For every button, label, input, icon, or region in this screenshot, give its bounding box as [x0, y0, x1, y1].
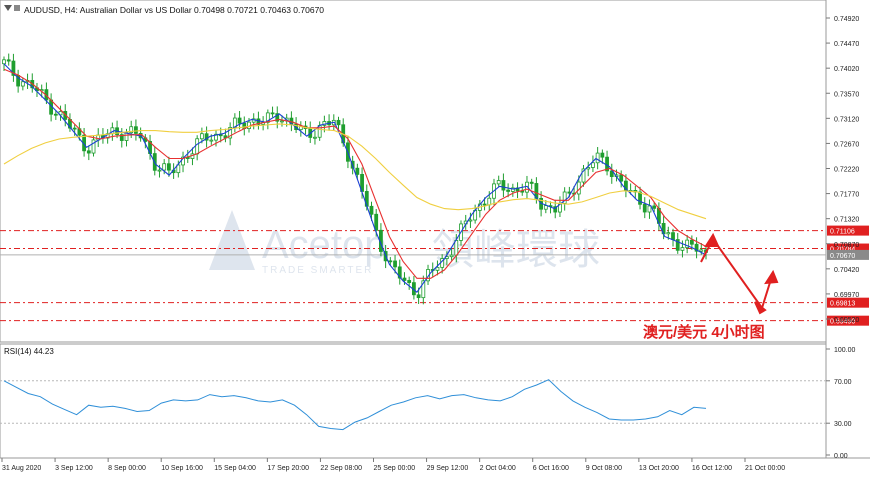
- rsi-pane[interactable]: [0, 343, 827, 459]
- candle-body: [642, 203, 647, 213]
- candle-body: [2, 59, 6, 65]
- symbol-menu-icon-bar: [14, 5, 20, 11]
- candle-body: [671, 232, 675, 240]
- candle-body: [313, 136, 317, 139]
- price-tick-label: 0.72670: [834, 141, 859, 148]
- candle-body: [280, 120, 284, 123]
- symbol-header: AUDUSD, H4: Australian Dollar vs US Doll…: [24, 5, 324, 15]
- price-tick-label: 0.70870: [834, 242, 859, 249]
- price-chart-svg: Acetop 領峰環球 TRADE SMARTER 0.711060.70784…: [0, 0, 870, 472]
- candle-body: [487, 197, 492, 206]
- candle-body: [496, 180, 501, 185]
- candle-body: [652, 205, 657, 209]
- candle-body: [454, 240, 459, 256]
- price-tick-label: 0.70420: [834, 267, 859, 274]
- level-price-label: 0.71106: [830, 229, 855, 236]
- rsi-tick-label: 70.00: [834, 379, 852, 386]
- candle-body: [591, 162, 595, 168]
- rsi-tick-label: 100.00: [834, 347, 856, 354]
- candle-body: [600, 152, 605, 158]
- candle-body: [209, 139, 214, 142]
- price-tick-label: 0.69520: [834, 317, 859, 324]
- price-tick-label: 0.73570: [834, 91, 859, 98]
- time-tick-label: 22 Sep 08:00: [320, 465, 362, 472]
- candle-body: [369, 205, 374, 215]
- candle-body: [543, 205, 548, 210]
- candle-body: [195, 138, 200, 155]
- candle-body: [619, 174, 624, 182]
- level-price-label: 0.70670: [830, 253, 855, 260]
- price-tick-label: 0.74020: [834, 66, 859, 73]
- rsi-label: RSI(14) 44.23: [4, 347, 54, 356]
- candle-body: [393, 260, 397, 268]
- time-tick-label: 29 Sep 12:00: [427, 465, 469, 472]
- time-tick-label: 13 Oct 20:00: [639, 465, 679, 472]
- chart-window: Acetop 領峰環球 TRADE SMARTER 0.711060.70784…: [0, 0, 870, 477]
- candle-body: [435, 266, 440, 271]
- rsi-tick-label: 0.00: [834, 453, 848, 460]
- price-tick-label: 0.69970: [834, 292, 859, 299]
- time-tick-label: 6 Oct 16:00: [533, 465, 569, 472]
- candle-body: [449, 254, 454, 258]
- candle-body: [689, 239, 694, 245]
- candle-body: [595, 152, 600, 164]
- candle-body: [501, 180, 506, 191]
- level-price-label: 0.69813: [830, 301, 855, 308]
- candle-body: [355, 167, 360, 175]
- price-tick-label: 0.71320: [834, 217, 859, 224]
- price-tick-label: 0.73120: [834, 116, 859, 123]
- candle-body: [157, 169, 162, 172]
- price-tick-label: 0.74920: [834, 16, 859, 23]
- candle-body: [680, 247, 685, 251]
- time-tick-label: 8 Sep 00:00: [108, 465, 146, 472]
- candle-body: [388, 260, 393, 263]
- watermark-brand: Acetop: [262, 223, 387, 267]
- rsi-tick-label: 30.00: [834, 421, 852, 428]
- candle-body: [72, 127, 77, 130]
- candle-body: [416, 294, 421, 299]
- time-tick-label: 16 Oct 12:00: [692, 465, 732, 472]
- time-tick-label: 15 Sep 04:00: [214, 465, 256, 472]
- time-tick-label: 21 Oct 00:00: [745, 465, 785, 472]
- candle-body: [237, 117, 242, 124]
- time-tick-label: 3 Sep 12:00: [55, 465, 93, 472]
- candle-body: [374, 213, 379, 231]
- time-tick-label: 17 Sep 20:00: [267, 465, 309, 472]
- candle-body: [506, 189, 511, 192]
- candle-body: [199, 133, 204, 140]
- watermark-tagline: TRADE SMARTER: [262, 265, 373, 276]
- price-tick-label: 0.72220: [834, 167, 859, 174]
- candle-body: [482, 203, 487, 206]
- candle-body: [86, 150, 91, 154]
- candle-body: [402, 277, 407, 281]
- time-tick-label: 25 Sep 00:00: [374, 465, 416, 472]
- time-tick-label: 2 Oct 04:00: [480, 465, 516, 472]
- time-tick-label: 9 Oct 08:00: [586, 465, 622, 472]
- candle-body: [162, 163, 167, 171]
- candle-body: [336, 119, 341, 126]
- candle-body: [647, 205, 652, 213]
- candle-body: [166, 163, 171, 171]
- candle-body: [20, 81, 25, 87]
- candle-body: [666, 232, 671, 235]
- candle-body: [134, 126, 138, 134]
- candle-body: [6, 59, 11, 62]
- price-tick-label: 0.74470: [834, 41, 859, 48]
- price-tick-label: 0.71770: [834, 192, 859, 199]
- candle-body: [468, 219, 473, 222]
- time-tick-label: 31 Aug 2020: [2, 465, 41, 472]
- candle-body: [270, 112, 275, 115]
- candle-body: [529, 181, 534, 184]
- time-tick-label: 10 Sep 16:00: [161, 465, 203, 472]
- candle-body: [53, 113, 58, 116]
- candle-body: [699, 249, 704, 252]
- candle-body: [407, 280, 412, 284]
- chart-annotation: 澳元/美元 4小时图: [643, 323, 765, 341]
